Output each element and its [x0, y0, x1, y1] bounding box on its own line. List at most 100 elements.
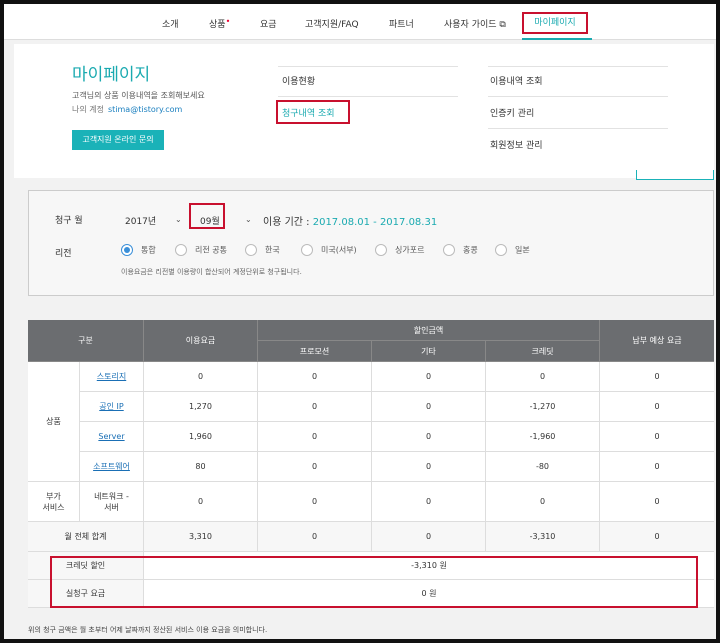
table-cell: 1,960 [144, 422, 258, 452]
table-cell: 0 [372, 482, 486, 522]
region-note: 이용요금은 리전별 이용량이 합산되어 계정단위로 청구됩니다. [121, 268, 302, 276]
account-info: 나의 계정 stima@tistory.com [72, 104, 182, 115]
table-cell: 0 [258, 482, 372, 522]
header-promotion: 프로모션 [258, 341, 372, 362]
billing-filter: 청구 월 2017년 ⌄ 09월 ⌄ 이용 기간 : 2017.08.01 - … [28, 190, 714, 296]
divider [488, 66, 668, 67]
region-radio-japan[interactable]: 일본 [495, 244, 530, 256]
radio-icon [443, 244, 455, 256]
header-credit: 크레딧 [486, 341, 600, 362]
product-link-server[interactable]: Server [80, 422, 144, 452]
link-usage-history[interactable]: 이용내역 조회 [490, 74, 543, 87]
link-usage-status[interactable]: 이용현황 [282, 74, 315, 87]
region-radio-hongkong[interactable]: 홍콩 [443, 244, 478, 256]
divider [488, 128, 668, 129]
support-inquiry-button[interactable]: 고객지원 온라인 문의 [72, 130, 164, 150]
table-cell: 0 [144, 482, 258, 522]
top-navigation: 소개 상품• 요금 고객지원/FAQ 파트너 사용자 가이드 ⧉ 마이페이지 [4, 4, 716, 40]
table-cell: 0 [600, 422, 714, 452]
divider [278, 96, 458, 97]
nav-item-partner[interactable]: 파트너 [389, 17, 414, 30]
browser-frame: 소개 상품• 요금 고객지원/FAQ 파트너 사용자 가이드 ⧉ 마이페이지 마… [0, 0, 720, 643]
account-email: stima@tistory.com [107, 105, 183, 114]
region-radio-singapore[interactable]: 싱가포르 [375, 244, 424, 256]
radio-icon [301, 244, 313, 256]
group-products: 상품 [28, 362, 80, 482]
product-link-software[interactable]: 소프트웨어 [80, 452, 144, 482]
nav-item-intro[interactable]: 소개 [162, 17, 179, 30]
account-label: 나의 계정 [72, 105, 104, 114]
product-name: 소프트웨어 [93, 462, 130, 471]
table-cell: 0 [372, 362, 486, 392]
year-select[interactable]: 2017년 [125, 214, 156, 227]
new-dot-icon: • [225, 17, 231, 26]
table-cell: -80 [486, 452, 600, 482]
header-discount: 할인금액 [258, 320, 600, 341]
product-name: 스토리지 [96, 372, 127, 381]
radio-label: 싱가포르 [395, 245, 425, 255]
link-auth-key[interactable]: 인증키 관리 [490, 106, 534, 119]
divider [488, 96, 668, 97]
period-label: 이용 기간 : [263, 217, 310, 228]
header-expected-fee: 납부 예상 요금 [600, 320, 714, 362]
table-cell: 0 [600, 482, 714, 522]
nav-item-support-faq[interactable]: 고객지원/FAQ [305, 17, 359, 30]
table-cell: -1,270 [486, 392, 600, 422]
table-cell: 0 [486, 482, 600, 522]
region-radio-all[interactable]: 통합 [121, 244, 156, 256]
radio-selected-icon [121, 244, 133, 256]
radio-icon [495, 244, 507, 256]
table-cell: 80 [144, 452, 258, 482]
table-cell: 0 [486, 362, 600, 392]
header-usage-fee: 이용요금 [144, 320, 258, 362]
radio-label: 한국 [265, 245, 280, 255]
total-label: 월 전체 합계 [28, 522, 144, 552]
table-cell: 0 [258, 422, 372, 452]
page-title: 마이페이지 [72, 65, 151, 85]
billing-footer-note: 위의 청구 금액은 월 초부터 어제 날짜까지 정산된 서비스 이용 요금을 의… [28, 626, 268, 634]
usage-period: 이용 기간 : 2017.08.01 - 2017.08.31 [263, 213, 437, 228]
region-radio-common[interactable]: 리전 공통 [175, 244, 227, 256]
table-cell: -1,960 [486, 422, 600, 452]
product-link-storage[interactable]: 스토리지 [80, 362, 144, 392]
nav-item-mypage[interactable]: 마이페이지 [522, 12, 588, 34]
billing-table: 구분 이용요금 할인금액 프로모션 기타 크레딧 납부 예상 요금 상품 스토리… [28, 320, 714, 608]
product-link-public-ip[interactable]: 공인 IP [80, 392, 144, 422]
nav-item-products[interactable]: 상품• [209, 17, 230, 30]
radio-icon [175, 244, 187, 256]
total-etc: 0 [372, 522, 486, 552]
table-cell: 0 [372, 452, 486, 482]
table-cell: 0 [258, 392, 372, 422]
header-etc: 기타 [372, 341, 486, 362]
table-cell: 1,270 [144, 392, 258, 422]
table-cell: 0 [600, 362, 714, 392]
nav-item-products-label: 상품 [209, 20, 226, 30]
radio-label: 미국(서부) [321, 245, 357, 255]
radio-icon [375, 244, 387, 256]
radio-icon [245, 244, 257, 256]
total-credit: -3,310 [486, 522, 600, 552]
period-value: 2017.08.01 - 2017.08.31 [312, 217, 438, 228]
radio-label: 통합 [141, 245, 156, 255]
page-subtitle: 고객님의 상품 이용내역을 조회해보세요 [72, 91, 205, 100]
table-cell: 0 [258, 362, 372, 392]
region-radio-korea[interactable]: 한국 [245, 244, 280, 256]
divider [278, 66, 458, 67]
table-cell: 0 [144, 362, 258, 392]
nav-item-user-guide[interactable]: 사용자 가이드 ⧉ [444, 17, 506, 30]
highlight-box [50, 556, 698, 608]
radio-label: 홍콩 [463, 245, 478, 255]
highlight-box [276, 100, 350, 124]
mypage-header: 마이페이지 고객님의 상품 이용내역을 조회해보세요 나의 계정 stima@ti… [14, 44, 714, 178]
collapsed-tab [636, 170, 714, 180]
total-promotion: 0 [258, 522, 372, 552]
chevron-down-icon: ⌄ [245, 215, 252, 224]
nav-active-underline [522, 38, 592, 40]
radio-label: 리전 공통 [195, 245, 227, 255]
region-radio-us-west[interactable]: 미국(서부) [301, 244, 357, 256]
table-cell: 0 [258, 452, 372, 482]
total-expected: 0 [600, 522, 714, 552]
nav-item-pricing[interactable]: 요금 [260, 17, 277, 30]
product-name: Server [98, 432, 125, 441]
link-member-info[interactable]: 회원정보 관리 [490, 138, 543, 151]
